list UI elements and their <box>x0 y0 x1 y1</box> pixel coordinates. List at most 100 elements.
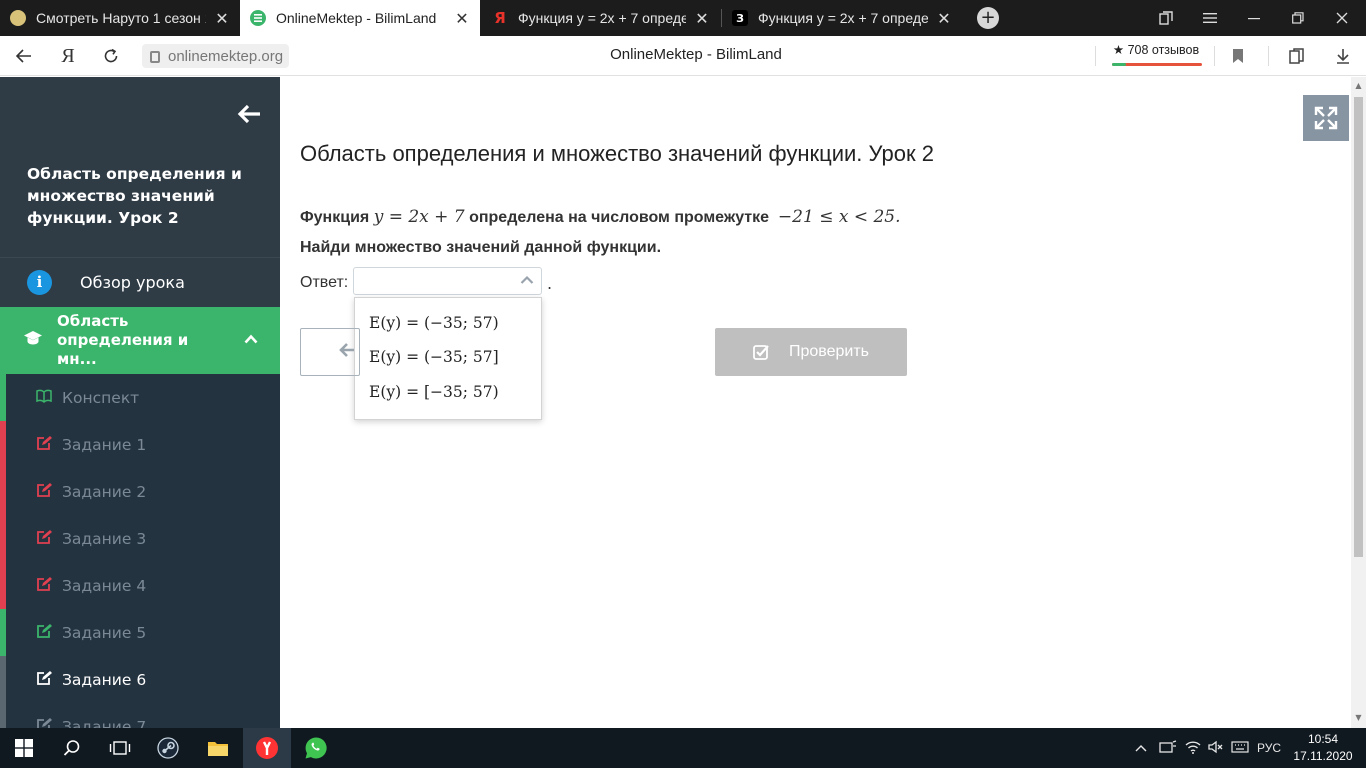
check-answer-button[interactable]: Проверить <box>715 328 907 376</box>
sidebar-item-task[interactable]: Задание 6 <box>0 656 280 703</box>
url-text: onlinemektep.org <box>168 47 284 65</box>
edit-icon <box>35 623 53 643</box>
sidebar-section-current[interactable]: Область определения и мн... <box>0 307 280 374</box>
divider <box>1214 46 1215 66</box>
steam-icon[interactable] <box>144 728 192 768</box>
edit-icon <box>35 717 53 728</box>
info-icon: i <box>27 269 52 295</box>
tab-close-icon[interactable]: ✕ <box>694 9 710 28</box>
browser-tab-naruto[interactable]: Смотреть Наруто 1 сезон 10 ✕ <box>0 0 240 36</box>
scroll-down-arrow-icon[interactable]: ▼ <box>1354 713 1363 722</box>
rating-bar <box>1112 63 1202 66</box>
sidebar-item-label: Задание 3 <box>62 529 147 548</box>
sidebar-section-label: Область определения и мн... <box>57 312 189 368</box>
edit-icon <box>35 435 53 455</box>
sidebar-item-task[interactable]: Задание 7 <box>0 703 280 728</box>
sidebar-item-task[interactable]: Задание 2 <box>0 468 280 515</box>
fullscreen-expand-button[interactable] <box>1303 95 1349 141</box>
chevron-up-icon[interactable] <box>244 329 258 348</box>
answer-suffix: . <box>547 274 553 293</box>
page-scrollbar[interactable]: ▲ ▼ <box>1351 77 1366 728</box>
windows-start-icon[interactable] <box>0 728 48 768</box>
file-explorer-icon[interactable] <box>194 728 242 768</box>
sidebar-lesson-title: Область определения и множество значений… <box>27 165 242 227</box>
address-bar: Я onlinemektep.org OnlineMektep - BilimL… <box>0 36 1366 76</box>
search-icon[interactable] <box>48 728 96 768</box>
new-tab-plus-icon[interactable]: + <box>977 7 999 29</box>
tabs-overview-icon[interactable] <box>1144 0 1188 36</box>
dropdown-option[interactable]: E(y) = (−35; 57] <box>369 348 499 378</box>
dropdown-option[interactable]: E(y) = (−35; 57) <box>369 314 499 344</box>
reviews-badge[interactable]: ★ 708 отзывов <box>1108 42 1204 68</box>
reload-icon[interactable] <box>99 44 123 68</box>
collections-icon[interactable] <box>1287 45 1309 67</box>
keyboard-icon[interactable] <box>1227 740 1253 756</box>
sidebar-item-task[interactable]: Задание 1 <box>0 421 280 468</box>
sidebar-item-task[interactable]: Задание 5 <box>0 609 280 656</box>
tab-close-icon[interactable]: ✕ <box>454 9 470 28</box>
tab-label: Смотреть Наруто 1 сезон 10 <box>36 10 206 26</box>
tab-close-icon[interactable]: ✕ <box>214 9 230 28</box>
sidebar-item-label: Конспект <box>62 388 140 407</box>
sidebar-item-label: Обзор урока <box>80 272 185 292</box>
browser-tab-znanija[interactable]: З Функция y = 2x + 7 определ ✕ <box>722 0 962 36</box>
sidebar-item-label: Задание 2 <box>62 482 147 501</box>
browser-tab-onlinemektep[interactable]: OnlineMektep - BilimLand ✕ <box>240 0 480 36</box>
chevron-up-icon <box>520 275 534 284</box>
book-icon <box>35 389 53 407</box>
edit-icon <box>35 576 53 596</box>
yandex-logo-icon[interactable]: Я <box>56 44 80 68</box>
collapse-sidebar-arrow-icon[interactable] <box>236 103 264 125</box>
tab-label: Функция y = 2x + 7 определ <box>758 10 928 26</box>
yandex-browser-taskbar-icon[interactable] <box>243 728 291 768</box>
close-window-icon[interactable] <box>1320 0 1364 36</box>
reviews-label: ★ 708 отзывов <box>1112 43 1200 57</box>
edit-icon <box>35 482 53 502</box>
minimize-window-icon[interactable] <box>1232 0 1276 36</box>
arrow-left-icon <box>339 342 355 363</box>
bilimland-favicon-icon <box>250 10 266 26</box>
dropdown-option[interactable]: E(y) = [−35; 57) <box>369 383 499 413</box>
sidebar-item-label: Задание 1 <box>62 435 147 454</box>
sidebar-item-label: Задание 6 <box>62 670 147 689</box>
speaker-muted-icon[interactable] <box>1205 740 1227 757</box>
tab-close-icon[interactable]: ✕ <box>936 9 952 28</box>
task-view-icon[interactable] <box>96 728 144 768</box>
wifi-icon[interactable] <box>1181 740 1205 757</box>
chevron-up-icon[interactable] <box>1133 741 1149 755</box>
scrollbar-thumb[interactable] <box>1354 97 1363 557</box>
task-prefix: Функция <box>300 209 370 226</box>
whatsapp-icon[interactable] <box>292 728 340 768</box>
scroll-up-arrow-icon[interactable]: ▲ <box>1354 81 1363 90</box>
tab-label: Функция y = 2x + 7 определ <box>518 10 686 26</box>
task-question: Найди множество значений данной функции. <box>300 239 662 256</box>
tab-label: OnlineMektep - BilimLand <box>276 10 437 26</box>
browser-menu-icon[interactable] <box>1188 0 1232 36</box>
answer-dropdown-menu: E(y) = (−35; 57) E(y) = (−35; 57] E(y) =… <box>354 297 542 420</box>
input-language-indicator[interactable]: РУС <box>1257 741 1281 755</box>
yandex-favicon-icon: Я <box>494 9 506 27</box>
bookmark-icon[interactable] <box>1227 45 1249 67</box>
download-icon[interactable] <box>1332 45 1354 67</box>
sidebar-item-overview[interactable]: i Обзор урока <box>0 257 280 306</box>
sidebar-item-task[interactable]: Задание 4 <box>0 562 280 609</box>
previous-button[interactable] <box>300 328 360 376</box>
answer-dropdown[interactable] <box>353 267 542 295</box>
divider <box>1095 46 1096 66</box>
naruto-favicon-icon <box>10 10 26 26</box>
task-middle-text: определена на числовом промежутке <box>469 209 770 226</box>
back-arrow-icon[interactable] <box>12 44 36 68</box>
sidebar-item-label: Задание 5 <box>62 623 147 642</box>
url-field[interactable]: onlinemektep.org <box>142 44 290 68</box>
edit-icon <box>35 529 53 549</box>
page-title-text: OnlineMektep - BilimLand <box>610 46 782 63</box>
taskbar-clock[interactable]: 10:54 17.11.2020 <box>1287 731 1359 765</box>
sidebar-item-task[interactable]: Задание 3 <box>0 515 280 562</box>
network-adapter-icon[interactable] <box>1155 739 1181 757</box>
lesson-sidebar: Область определения и множество значений… <box>0 77 280 728</box>
clock-time: 10:54 <box>1307 732 1339 746</box>
restore-window-icon[interactable] <box>1276 0 1320 36</box>
browser-tab-yandex[interactable]: Я Функция y = 2x + 7 определ ✕ <box>482 0 720 36</box>
sidebar-item-task[interactable]: Конспект <box>0 374 280 421</box>
browser-tab-strip: Смотреть Наруто 1 сезон 10 ✕ OnlineMekte… <box>0 0 1366 36</box>
